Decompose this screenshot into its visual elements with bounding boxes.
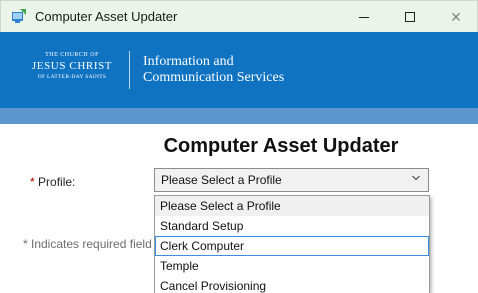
department-line-2: Communication Services	[143, 70, 285, 85]
profile-label: * Profile:	[30, 175, 75, 189]
dropdown-option-clerk-computer[interactable]: Clerk Computer	[155, 236, 429, 256]
close-button[interactable]: ✕	[433, 1, 478, 33]
department-name: Information and Communication Services	[143, 54, 284, 86]
profile-label-text: Profile:	[38, 175, 76, 189]
header-banner: THE CHURCH OF JESUS CHRIST OF LATTER-DAY…	[0, 32, 478, 108]
logo-divider	[129, 51, 130, 89]
department-line-1: Information and	[143, 54, 234, 69]
minimize-icon	[359, 16, 369, 18]
profile-dropdown-list: Please Select a Profile Standard Setup C…	[154, 195, 430, 293]
maximize-button[interactable]	[387, 1, 433, 33]
logo-top-line: THE CHURCH OF	[45, 52, 99, 58]
page-title: Computer Asset Updater	[163, 135, 399, 157]
dropdown-option-please-select[interactable]: Please Select a Profile	[155, 196, 429, 216]
logo-main-line: JESUS CHRIST	[31, 60, 113, 72]
close-icon: ✕	[450, 8, 462, 25]
window-title: Computer Asset Updater	[35, 9, 178, 24]
chevron-down-icon	[412, 173, 420, 184]
logo-bottom-line: OF LATTER-DAY SAINTS	[37, 74, 107, 80]
minimize-button[interactable]	[341, 1, 387, 33]
required-field-note: * Indicates required field	[23, 237, 152, 251]
profile-select[interactable]: Please Select a Profile	[154, 168, 429, 192]
required-asterisk: *	[30, 175, 35, 189]
banner-strip	[0, 108, 478, 124]
church-logo: THE CHURCH OF JESUS CHRIST OF LATTER-DAY…	[24, 52, 120, 80]
app-icon	[12, 9, 26, 23]
dropdown-option-temple[interactable]: Temple	[155, 256, 429, 276]
dropdown-option-standard-setup[interactable]: Standard Setup	[155, 216, 429, 236]
maximize-icon	[405, 12, 415, 22]
profile-select-value: Please Select a Profile	[161, 173, 282, 187]
window-titlebar: Computer Asset Updater ✕	[0, 0, 478, 32]
dropdown-option-cancel-provisioning[interactable]: Cancel Provisioning	[155, 276, 429, 293]
